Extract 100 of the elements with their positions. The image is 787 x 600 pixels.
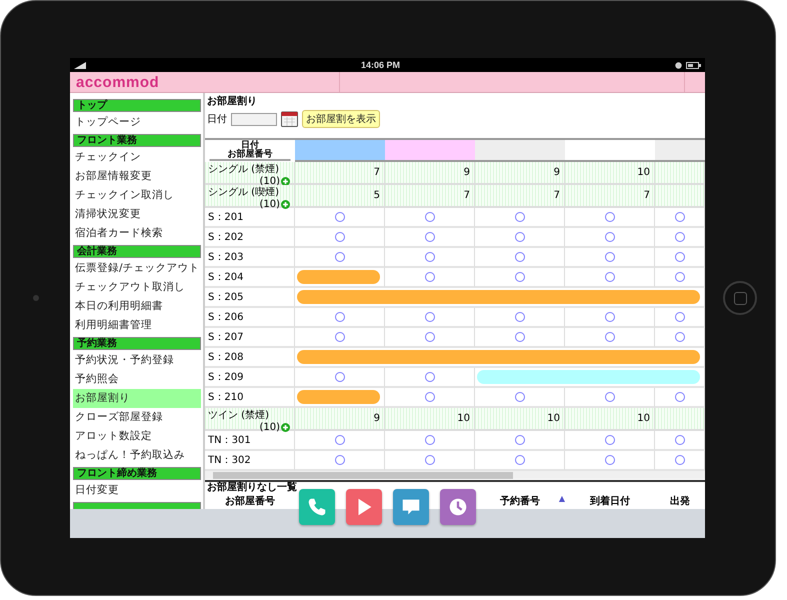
menu-item[interactable]: 予約状況・予約登録	[73, 351, 201, 370]
vacant-icon[interactable]	[604, 212, 614, 222]
column-header[interactable]: 出発	[670, 496, 690, 507]
vacant-icon[interactable]	[514, 435, 524, 445]
menu-item[interactable]: 伝票登録/チェックアウト	[73, 259, 201, 278]
sort-indicator[interactable]: ▲	[558, 494, 565, 503]
room-number: S：209	[208, 371, 244, 384]
vacant-icon[interactable]	[424, 392, 434, 402]
vacant-icon[interactable]	[674, 455, 684, 465]
vacant-icon[interactable]	[334, 332, 344, 342]
availability-count: 7	[374, 167, 380, 178]
column-header[interactable]: 到着日付	[590, 496, 630, 507]
room-header-label: お部屋番号	[226, 150, 274, 160]
vacant-icon[interactable]	[674, 332, 684, 342]
vacant-icon[interactable]	[424, 332, 434, 342]
availability-count: 7	[554, 190, 560, 201]
vacant-icon[interactable]	[334, 435, 344, 445]
add-icon[interactable]	[281, 200, 290, 209]
vacant-icon[interactable]	[604, 392, 614, 402]
vacant-icon[interactable]	[604, 332, 614, 342]
menu-item[interactable]: アロット数設定	[73, 427, 201, 446]
menu-item[interactable]: トップページ	[73, 113, 201, 132]
vacant-icon[interactable]	[334, 455, 344, 465]
vacant-icon[interactable]	[514, 272, 524, 282]
menu-item[interactable]: 清掃状況変更	[73, 205, 201, 224]
vacant-icon[interactable]	[514, 212, 524, 222]
vacant-icon[interactable]	[334, 372, 344, 382]
vacant-icon[interactable]	[514, 392, 524, 402]
menu-item[interactable]: お部屋割り	[73, 389, 201, 408]
vacant-icon[interactable]	[674, 392, 684, 402]
vacant-icon[interactable]	[604, 435, 614, 445]
vacant-icon[interactable]	[674, 252, 684, 262]
menu-item[interactable]: ねっぱん！予約取込み	[73, 446, 201, 465]
vacant-icon[interactable]	[424, 272, 434, 282]
room-number: TN：302	[208, 454, 251, 467]
vacant-icon[interactable]	[604, 455, 614, 465]
calendar-icon[interactable]	[281, 111, 298, 127]
vacant-icon[interactable]	[424, 372, 434, 382]
vacant-icon[interactable]	[514, 332, 524, 342]
menu-item[interactable]: 予約照会	[73, 370, 201, 389]
booking-bar[interactable]	[297, 270, 380, 284]
menu-item[interactable]: チェックアウト取消し	[73, 278, 201, 297]
vacant-icon[interactable]	[674, 312, 684, 322]
vacant-icon[interactable]	[674, 435, 684, 445]
vacant-icon[interactable]	[424, 435, 434, 445]
vacant-icon[interactable]	[424, 455, 434, 465]
room-number: TN：301	[208, 434, 251, 447]
chat-button[interactable]	[393, 489, 429, 525]
vacant-icon[interactable]	[674, 212, 684, 222]
room-type-count: (10)	[259, 422, 280, 433]
room-number: S：203	[208, 251, 244, 264]
vacant-icon[interactable]	[604, 252, 614, 262]
show-button[interactable]: お部屋割を表示	[302, 110, 380, 128]
room-number: S：205	[208, 291, 244, 304]
vacant-icon[interactable]	[604, 232, 614, 242]
vacant-icon[interactable]	[424, 312, 434, 322]
vacant-icon[interactable]	[424, 212, 434, 222]
signal-icon	[74, 62, 86, 68]
add-icon[interactable]	[281, 423, 290, 432]
clock-button[interactable]	[440, 489, 476, 525]
vacant-icon[interactable]	[334, 232, 344, 242]
phone-icon	[306, 496, 328, 518]
vacant-icon[interactable]	[334, 312, 344, 322]
booking-bar[interactable]	[297, 390, 380, 404]
room-number: S：210	[208, 391, 244, 404]
vacant-icon[interactable]	[334, 212, 344, 222]
date-input-field[interactable]	[231, 112, 277, 126]
menu-item[interactable]: チェックイン取消し	[73, 186, 201, 205]
vacant-icon[interactable]	[674, 272, 684, 282]
vacant-icon[interactable]	[334, 252, 344, 262]
clock-icon	[447, 496, 469, 518]
scrollbar-thumb[interactable]	[213, 472, 513, 478]
home-button[interactable]	[723, 281, 757, 315]
play-button[interactable]	[346, 489, 382, 525]
column-header[interactable]: 予約番号	[500, 496, 540, 507]
status-time: 14:06 PM	[360, 60, 400, 70]
availability-count: 10	[457, 413, 470, 424]
vacant-icon[interactable]	[514, 252, 524, 262]
vacant-icon[interactable]	[514, 232, 524, 242]
room-type-count: (10)	[259, 199, 280, 210]
availability-count: 5	[374, 190, 380, 201]
vacant-icon[interactable]	[514, 455, 524, 465]
menu-item[interactable]: 本日の利用明細書	[73, 297, 201, 316]
menu-item[interactable]: 日付変更	[73, 481, 201, 500]
section-header: トップ	[73, 99, 201, 112]
menu-item[interactable]: 利用明細書管理	[73, 316, 201, 335]
menu-item[interactable]: クローズ部屋登録	[73, 408, 201, 427]
phone-button[interactable]	[299, 489, 335, 525]
horizontal-scrollbar[interactable]	[205, 471, 705, 479]
menu-item[interactable]: チェックイン	[73, 148, 201, 167]
vacant-icon[interactable]	[514, 312, 524, 322]
availability-count: 9	[464, 167, 470, 178]
menu-item[interactable]: お部屋情報変更	[73, 167, 201, 186]
vacant-icon[interactable]	[424, 232, 434, 242]
vacant-icon[interactable]	[424, 252, 434, 262]
vacant-icon[interactable]	[604, 312, 614, 322]
vacant-icon[interactable]	[604, 272, 614, 282]
column-header[interactable]: お部屋番号	[225, 496, 275, 507]
menu-item[interactable]: 宿泊者カード検索	[73, 224, 201, 243]
vacant-icon[interactable]	[674, 232, 684, 242]
